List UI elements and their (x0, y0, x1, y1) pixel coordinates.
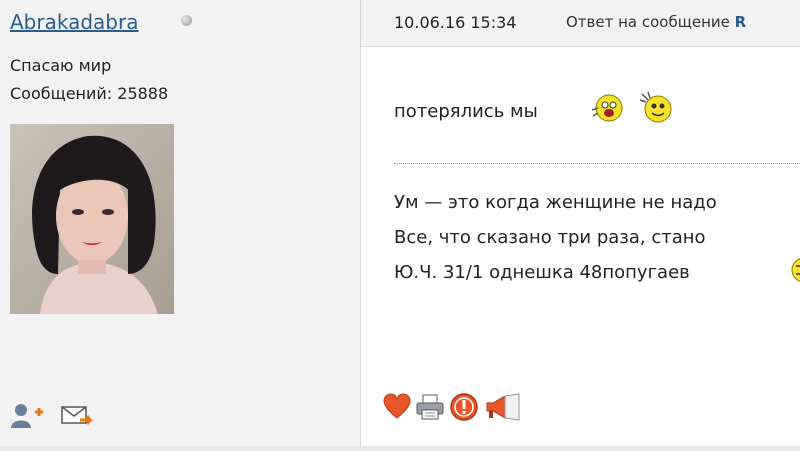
author-panel: Abrakadabra Спасаю мир Сообщений: 25888 (0, 0, 361, 451)
heart-icon[interactable] (383, 392, 411, 422)
megaphone-icon[interactable] (483, 392, 527, 422)
signature-divider (394, 163, 800, 164)
post-count: Сообщений: 25888 (10, 84, 169, 103)
smiley-icon (788, 256, 800, 284)
post-header: 10.06.16 15:34 Ответ на сообщение R (361, 0, 800, 47)
avatar (10, 124, 174, 314)
offline-status-icon (181, 15, 192, 26)
message-text: потерялись мы (394, 101, 538, 122)
send-message-icon[interactable] (60, 402, 94, 430)
printer-icon[interactable] (415, 392, 445, 422)
signature-line: Ю.Ч. 31/1 однешка 48попугаев (394, 262, 690, 283)
smiley-icon (638, 88, 674, 124)
post-panel: 10.06.16 15:34 Ответ на сообщение R поте… (361, 0, 800, 451)
warning-icon[interactable] (449, 392, 479, 422)
reply-to-link[interactable]: Ответ на сообщение R (566, 13, 746, 31)
post-date: 10.06.16 15:34 (394, 13, 517, 32)
author-name-link[interactable]: Abrakadabra (10, 10, 138, 34)
signature-line: Ум — это когда женщине не надо (394, 192, 717, 213)
user-title: Спасаю мир (10, 56, 112, 75)
reply-target[interactable]: R (735, 13, 747, 31)
footer-border (0, 446, 800, 451)
reply-prefix[interactable]: Ответ на сообщение (566, 13, 735, 31)
signature-line: Все, что сказано три раза, стано (394, 227, 706, 248)
smiley-icon (590, 90, 626, 124)
add-friend-icon[interactable] (10, 402, 44, 430)
